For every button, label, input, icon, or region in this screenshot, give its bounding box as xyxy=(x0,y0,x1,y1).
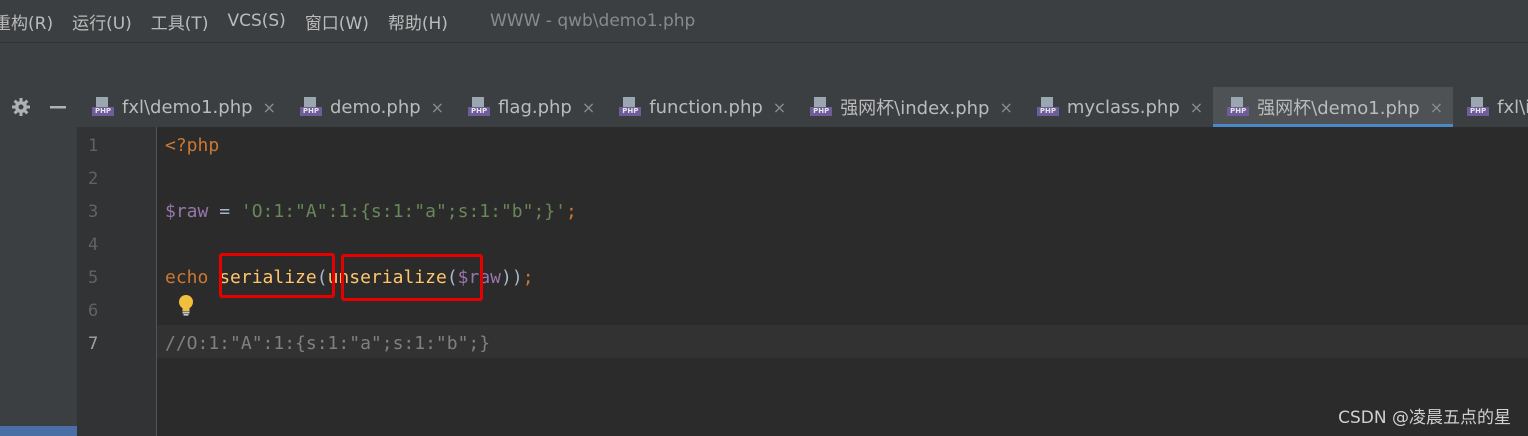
php-file-icon: PHP xyxy=(810,97,833,117)
editor-tab-row: PHP fxl\demo1.php × PHP demo.php × PHP f… xyxy=(0,87,1528,127)
tab-label: fxl\ind xyxy=(1497,96,1528,118)
tab-label: 强网杯\demo1.php xyxy=(1257,98,1420,119)
tab-label: flag.php xyxy=(498,96,572,118)
php-file-icon: PHP xyxy=(299,97,322,117)
menu-help[interactable]: 帮助(H) xyxy=(388,9,448,34)
line-number: 5 xyxy=(88,268,99,288)
code-line-3[interactable]: $raw = 'O:1:"A":1:{s:1:"a";s:1:"b";}'; xyxy=(165,201,577,222)
minimize-icon[interactable] xyxy=(49,97,67,117)
php-file-icon: PHP xyxy=(619,97,642,117)
code-comment: //O:1:"A":1:{s:1:"a";s:1:"b";} xyxy=(165,333,491,354)
php-file-icon: PHP xyxy=(468,97,491,117)
code-string: 'O:1:"A":1:{s:1:"a";s:1:"b";}' xyxy=(240,201,566,222)
php-open-tag: <?php xyxy=(165,135,220,156)
menu-vcs[interactable]: VCS(S) xyxy=(227,11,285,31)
code-variable: $raw xyxy=(165,201,209,222)
menu-run[interactable]: 运行(U) xyxy=(72,9,132,34)
tab-qwb-demo1[interactable]: PHP 强网杯\demo1.php × xyxy=(1213,87,1454,127)
line-number: 2 xyxy=(88,169,99,189)
menu-tools[interactable]: 工具(T) xyxy=(151,9,209,34)
tool-stripe-accent xyxy=(0,426,77,436)
close-icon[interactable]: × xyxy=(431,98,444,117)
tab-label: fxl\demo1.php xyxy=(122,96,253,118)
close-icon[interactable]: × xyxy=(582,98,595,117)
highlight-box-unserialize xyxy=(341,254,483,301)
menu-refactor[interactable]: 重构(R) xyxy=(0,9,53,34)
code-semicolon: ; xyxy=(565,201,577,222)
line-number: 3 xyxy=(88,202,99,222)
gear-icon[interactable] xyxy=(11,97,31,117)
close-icon[interactable]: × xyxy=(263,98,276,117)
project-tool-actions xyxy=(0,87,78,127)
editor-tabs: PHP fxl\demo1.php × PHP demo.php × PHP f… xyxy=(78,87,1528,127)
tab-label: 强网杯\index.php xyxy=(840,98,990,119)
menu-window[interactable]: 窗口(W) xyxy=(305,9,369,34)
tab-fxl-demo1[interactable]: PHP fxl\demo1.php × xyxy=(78,87,286,127)
code-operator: = xyxy=(208,201,241,222)
tab-function[interactable]: PHP function.php × xyxy=(605,87,796,127)
watermark: CSDN @凌晨五点的星 xyxy=(1338,408,1511,428)
window-title: WWW - qwb\demo1.php xyxy=(489,11,696,31)
close-icon[interactable]: × xyxy=(999,98,1012,117)
tab-demo[interactable]: PHP demo.php × xyxy=(286,87,454,127)
left-tool-stripe xyxy=(0,127,78,436)
line-number: 4 xyxy=(88,235,99,255)
close-icon[interactable]: × xyxy=(1190,98,1203,117)
tab-label: demo.php xyxy=(329,96,421,118)
code-line-1[interactable]: <?php xyxy=(165,135,219,156)
line-number-current: 7 xyxy=(88,334,99,354)
code-line-7[interactable]: //O:1:"A":1:{s:1:"a";s:1:"b";} xyxy=(165,333,490,354)
code-semicolon: ; xyxy=(522,267,534,288)
php-file-icon: PHP xyxy=(1467,97,1490,117)
php-file-icon: PHP xyxy=(92,97,114,117)
tab-qwb-index[interactable]: PHP 强网杯\index.php × xyxy=(796,87,1023,127)
line-number: 6 xyxy=(88,301,99,321)
menu-bar: 重构(R) 运行(U) 工具(T) VCS(S) 窗口(W) 帮助(H) WWW… xyxy=(0,0,1528,42)
tab-fxl-index[interactable]: PHP fxl\ind xyxy=(1453,87,1528,127)
tab-myclass[interactable]: PHP myclass.php × xyxy=(1023,87,1213,127)
code-echo-keyword: echo xyxy=(165,267,209,288)
lightbulb-icon[interactable] xyxy=(176,294,196,316)
close-icon[interactable]: × xyxy=(773,98,786,117)
php-file-icon: PHP xyxy=(1227,97,1250,117)
code-paren: )) xyxy=(501,267,523,288)
toolbar xyxy=(0,42,1528,88)
highlight-box-serialize xyxy=(219,253,335,298)
php-file-icon: PHP xyxy=(1036,97,1059,117)
tab-label: myclass.php xyxy=(1066,96,1180,118)
line-number: 1 xyxy=(88,136,99,156)
tab-label: function.php xyxy=(649,96,763,118)
tab-flag[interactable]: PHP flag.php × xyxy=(454,87,605,127)
close-icon[interactable]: × xyxy=(1430,98,1443,117)
